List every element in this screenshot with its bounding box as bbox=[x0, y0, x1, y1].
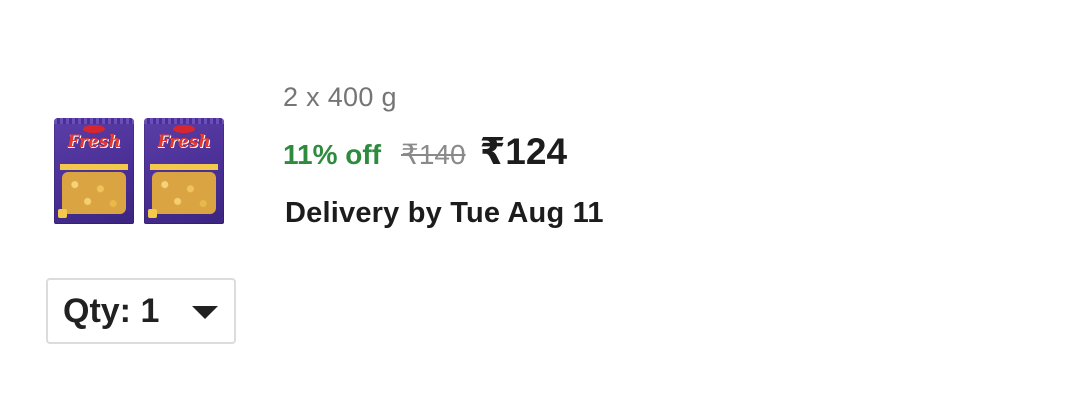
original-price: ₹140 bbox=[401, 139, 466, 170]
quantity-dropdown[interactable]: Qty: 1 bbox=[46, 278, 236, 344]
pack-size-text: 2 x 400 g bbox=[283, 82, 397, 112]
pack-brand-text: Fresh bbox=[157, 132, 211, 152]
snack-pack-image: Fresh bbox=[54, 118, 134, 224]
selling-price: ₹124 bbox=[479, 131, 568, 172]
price-row: 11% off ₹140 ₹124 bbox=[283, 130, 567, 172]
product-image[interactable]: Fresh Fresh bbox=[54, 118, 224, 224]
quantity-label: Qty: 1 bbox=[63, 291, 160, 330]
snack-pack-image: Fresh bbox=[144, 118, 224, 224]
pack-brand-text: Fresh bbox=[67, 132, 121, 152]
discount-text: 11% off bbox=[283, 139, 382, 170]
caret-down-icon bbox=[192, 306, 218, 319]
delivery-date-text: Delivery by Tue Aug 11 bbox=[285, 197, 604, 229]
